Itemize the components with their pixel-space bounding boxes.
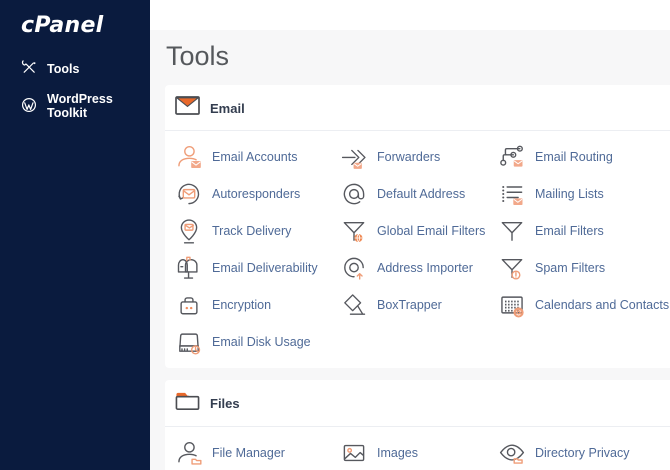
file-manager-icon — [175, 439, 203, 467]
autoresponders-icon — [175, 180, 203, 208]
email-routing-icon — [498, 143, 526, 171]
directory-privacy-icon — [498, 439, 526, 467]
tool-label: Track Delivery — [212, 224, 291, 238]
global-email-filters-icon — [340, 217, 368, 245]
boxtrapper-icon — [340, 291, 368, 319]
spam-filters-icon — [498, 254, 526, 282]
files-section-icon — [175, 391, 200, 416]
sidebar-item-label: Tools — [47, 62, 79, 76]
tool-images[interactable]: Images — [340, 434, 498, 470]
section-title: Email — [210, 101, 245, 116]
sidebar-item-wordpress-toolkit[interactable]: WordPress Toolkit — [0, 85, 150, 127]
calendars-and-contacts-icon — [498, 291, 526, 319]
email-disk-usage-icon — [175, 328, 203, 356]
tool-label: Default Address — [377, 187, 465, 201]
tool-label: Email Deliverability — [212, 261, 318, 275]
tool-calendars-and-contacts[interactable]: Calendars and Contacts — [498, 286, 670, 323]
wordpress-icon — [21, 97, 37, 116]
tool-track-delivery[interactable]: Track Delivery — [175, 212, 340, 249]
tool-label: Address Importer — [377, 261, 473, 275]
email-section-icon — [175, 96, 200, 120]
main-content: Tools Email Email Accounts — [150, 30, 670, 470]
tool-directory-privacy[interactable]: Directory Privacy — [498, 434, 670, 470]
tool-label: Email Accounts — [212, 150, 297, 164]
forwarders-icon — [340, 143, 368, 171]
tool-spam-filters[interactable]: Spam Filters — [498, 249, 670, 286]
default-address-icon — [340, 180, 368, 208]
encryption-icon — [175, 291, 203, 319]
tool-mailing-lists[interactable]: Mailing Lists — [498, 175, 670, 212]
tool-label: File Manager — [212, 446, 285, 460]
email-accounts-icon — [175, 143, 203, 171]
tool-label: Spam Filters — [535, 261, 605, 275]
sidebar-nav: Tools WordPress Toolkit — [0, 52, 150, 127]
tool-label: Images — [377, 446, 418, 460]
tool-label: Global Email Filters — [377, 224, 485, 238]
email-section-header: Email — [165, 85, 670, 131]
track-delivery-icon — [175, 217, 203, 245]
files-tools-grid: File Manager Images Directory Privacy — [165, 427, 670, 470]
tool-label: Autoresponders — [212, 187, 300, 201]
tool-default-address[interactable]: Default Address — [340, 175, 498, 212]
tool-label: BoxTrapper — [377, 298, 442, 312]
page-title: Tools — [166, 41, 670, 72]
files-section-header: Files — [165, 380, 670, 427]
tool-label: Email Routing — [535, 150, 613, 164]
tool-label: Mailing Lists — [535, 187, 604, 201]
tool-label: Forwarders — [377, 150, 440, 164]
tool-forwarders[interactable]: Forwarders — [340, 138, 498, 175]
tool-encryption[interactable]: Encryption — [175, 286, 340, 323]
email-deliverability-icon — [175, 254, 203, 282]
tool-email-deliverability[interactable]: Email Deliverability — [175, 249, 340, 286]
mailing-lists-icon — [498, 180, 526, 208]
tool-address-importer[interactable]: Address Importer — [340, 249, 498, 286]
tool-email-disk-usage[interactable]: Email Disk Usage — [175, 323, 340, 360]
address-importer-icon — [340, 254, 368, 282]
sidebar-item-label: WordPress Toolkit — [47, 92, 129, 120]
email-section-card: Email Email Accounts — [165, 85, 670, 368]
files-section-card: Files File Manager Images — [165, 380, 670, 470]
sidebar: cPanel Tools WordPress Toolkit — [0, 0, 150, 470]
tool-email-accounts[interactable]: Email Accounts — [175, 138, 340, 175]
tools-icon — [21, 59, 37, 78]
tool-label: Encryption — [212, 298, 271, 312]
tool-label: Email Filters — [535, 224, 604, 238]
tool-file-manager[interactable]: File Manager — [175, 434, 340, 470]
tool-global-email-filters[interactable]: Global Email Filters — [340, 212, 498, 249]
tool-boxtrapper[interactable]: BoxTrapper — [340, 286, 498, 323]
tool-label: Calendars and Contacts — [535, 298, 669, 312]
email-filters-icon — [498, 217, 526, 245]
top-bar — [150, 0, 670, 30]
tool-label: Directory Privacy — [535, 446, 629, 460]
tool-label: Email Disk Usage — [212, 335, 311, 349]
images-icon — [340, 439, 368, 467]
tool-email-filters[interactable]: Email Filters — [498, 212, 670, 249]
tool-autoresponders[interactable]: Autoresponders — [175, 175, 340, 212]
sidebar-item-tools[interactable]: Tools — [0, 52, 150, 85]
email-tools-grid: Email Accounts Forwarders — [165, 131, 670, 368]
tool-email-routing[interactable]: Email Routing — [498, 138, 670, 175]
section-title: Files — [210, 396, 240, 411]
cpanel-logo[interactable]: cPanel — [0, 0, 150, 38]
